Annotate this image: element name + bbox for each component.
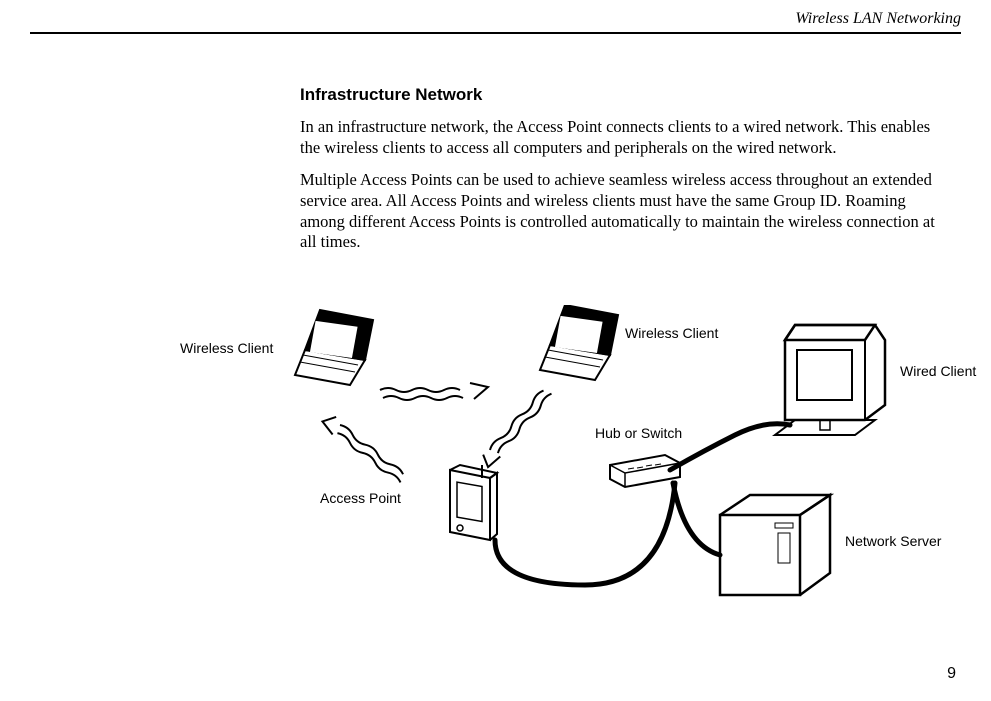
content-block: Infrastructure Network In an infrastruct… xyxy=(300,85,948,265)
access-point-icon xyxy=(450,465,497,540)
server-icon xyxy=(720,495,830,595)
label-wired-client: Wired Client xyxy=(900,363,976,379)
cable xyxy=(670,424,790,470)
cable xyxy=(495,483,675,585)
network-diagram: Wireless Client Wireless Client Wired Cl… xyxy=(165,305,955,625)
paragraph-1: In an infrastructure network, the Access… xyxy=(300,117,948,158)
laptop-icon xyxy=(540,305,618,380)
label-wireless-client-right: Wireless Client xyxy=(625,325,718,341)
wireless-signal-icon xyxy=(380,383,488,400)
laptop-icon xyxy=(295,310,373,385)
diagram-svg xyxy=(165,305,955,625)
wireless-signal-icon xyxy=(479,387,554,468)
label-hub-switch: Hub or Switch xyxy=(595,425,682,441)
label-access-point: Access Point xyxy=(320,490,401,506)
header-rule xyxy=(30,32,961,34)
label-wireless-client-left: Wireless Client xyxy=(180,340,273,356)
cable xyxy=(673,483,720,555)
running-header: Wireless LAN Networking xyxy=(795,10,961,28)
label-network-server: Network Server xyxy=(845,533,941,549)
page-number: 9 xyxy=(947,665,956,683)
desktop-icon xyxy=(775,325,885,435)
paragraph-2: Multiple Access Points can be used to ac… xyxy=(300,170,948,253)
section-title: Infrastructure Network xyxy=(300,85,948,105)
wireless-signal-icon xyxy=(320,412,408,486)
